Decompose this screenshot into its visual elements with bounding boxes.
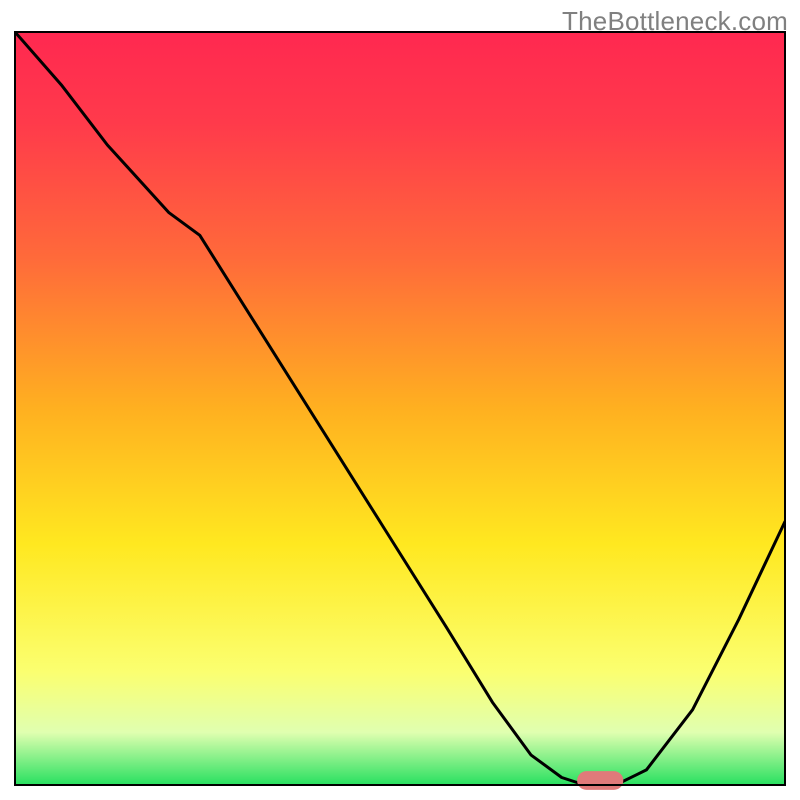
- optimal-zone-marker: [577, 771, 623, 790]
- gradient-background: [15, 32, 785, 785]
- chart-container: TheBottleneck.com: [0, 0, 800, 800]
- plot-area: [15, 32, 785, 790]
- bottleneck-chart: [0, 0, 800, 800]
